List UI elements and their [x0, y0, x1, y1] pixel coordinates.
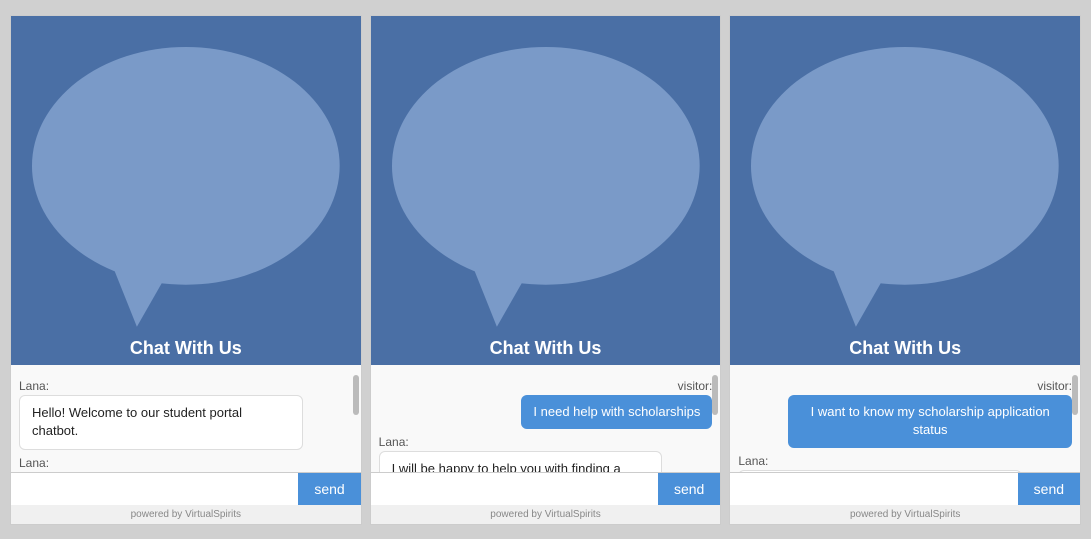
- chat-title-1: Chat With Us: [130, 338, 242, 358]
- chat-icon-2: [371, 317, 721, 337]
- chat-input-3[interactable]: [730, 473, 1017, 505]
- powered-by-2: powered by VirtualSpirits: [371, 505, 721, 524]
- msg-visitor-3: I want to know my scholarship applicatio…: [788, 395, 1072, 447]
- scrollbar-1[interactable]: [353, 375, 359, 415]
- chat-messages-2[interactable]: visitor: I need help with scholarships L…: [371, 365, 721, 471]
- msg-row-lana-2: I will be happy to help you with finding…: [379, 451, 713, 471]
- scrollbar-2[interactable]: [712, 375, 718, 415]
- msg-row-visitor-2a: I need help with scholarships: [379, 395, 713, 429]
- msg-row-visitor-3: I want to know my scholarship applicatio…: [738, 395, 1072, 447]
- send-button-3[interactable]: send: [1018, 473, 1080, 505]
- chat-messages-1[interactable]: Lana: Hello! Welcome to our student port…: [11, 365, 361, 471]
- chat-widget-3: Chat With Us visitor: I want to know my …: [729, 15, 1081, 525]
- input-area-1: send: [11, 472, 361, 505]
- input-area-3: send: [730, 472, 1080, 505]
- sender-visitor-3: visitor:: [738, 379, 1072, 393]
- sender-lana-2: Lana:: [379, 435, 713, 449]
- chat-header-1: Chat With Us: [11, 16, 361, 366]
- chat-widget-2: Chat With Us visitor: I need help with s…: [370, 15, 722, 525]
- send-button-1[interactable]: send: [298, 473, 360, 505]
- msg-lana-3: 🎓 In order to get accurate information a…: [738, 470, 1022, 472]
- send-button-2[interactable]: send: [658, 473, 720, 505]
- chat-icon-3: [730, 317, 1080, 337]
- chat-title-2: Chat With Us: [490, 338, 602, 358]
- powered-by-1: powered by VirtualSpirits: [11, 505, 361, 524]
- chat-header-3: Chat With Us: [730, 16, 1080, 366]
- chat-title-3: Chat With Us: [849, 338, 961, 358]
- powered-by-3: powered by VirtualSpirits: [730, 505, 1080, 524]
- msg-row-lana-3: 🎓 In order to get accurate information a…: [738, 470, 1072, 472]
- chat-messages-3[interactable]: visitor: I want to know my scholarship a…: [730, 365, 1080, 471]
- sender-lana-1b: Lana:: [19, 456, 353, 470]
- sender-lana-1a: Lana:: [19, 379, 353, 393]
- chat-header-2: Chat With Us: [371, 16, 721, 366]
- msg-lana-2: I will be happy to help you with finding…: [379, 451, 663, 471]
- msg-lana-1a: Hello! Welcome to our student portal cha…: [19, 395, 303, 449]
- chat-widget-1: Chat With Us Lana: Hello! Welcome to our…: [10, 15, 362, 525]
- chat-input-1[interactable]: [11, 473, 298, 505]
- chat-input-2[interactable]: [371, 473, 658, 505]
- msg-visitor-2a: I need help with scholarships: [521, 395, 712, 429]
- chat-icon-1: [11, 317, 361, 337]
- scrollbar-3[interactable]: [1072, 375, 1078, 415]
- msg-row-1a: Hello! Welcome to our student portal cha…: [19, 395, 353, 449]
- sender-lana-3: Lana:: [738, 454, 1072, 468]
- sender-visitor-2a: visitor:: [379, 379, 713, 393]
- input-area-2: send: [371, 472, 721, 505]
